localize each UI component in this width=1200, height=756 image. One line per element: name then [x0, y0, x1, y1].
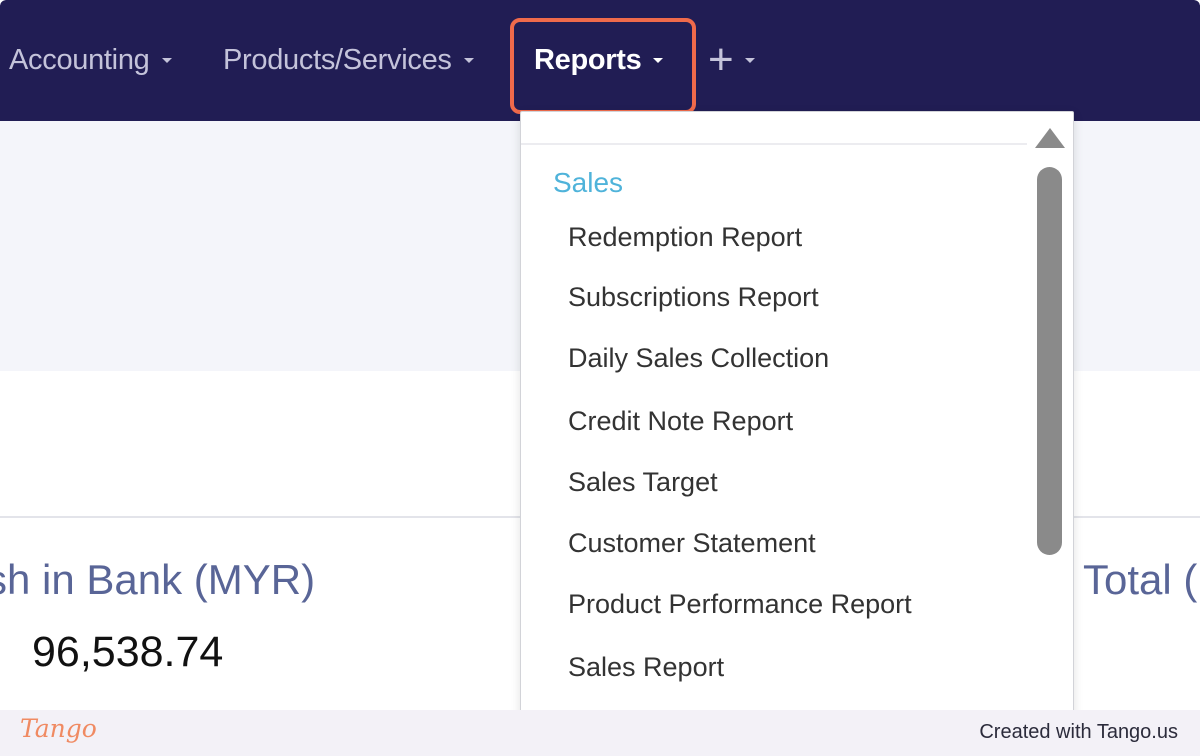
app-window: Accounting Products/Services Reports + s… [0, 0, 1200, 710]
reports-dropdown-menu: Sales Redemption Report Subscriptions Re… [520, 111, 1074, 710]
nav-accounting[interactable]: Accounting [9, 40, 172, 80]
cash-in-bank-value: 96,538.74 [32, 628, 224, 676]
menu-item-sales-report[interactable]: Sales Report [568, 652, 724, 683]
nav-accounting-label: Accounting [9, 43, 150, 76]
scroll-up-arrow-icon[interactable] [1035, 128, 1065, 148]
menu-item-subscriptions-report[interactable]: Subscriptions Report [568, 282, 819, 313]
top-navbar: Accounting Products/Services Reports + [0, 0, 1200, 121]
nav-products-label: Products/Services [223, 43, 452, 76]
menu-item-sales-target[interactable]: Sales Target [568, 467, 718, 498]
divider [521, 143, 1027, 145]
menu-item-daily-sales-collection[interactable]: Daily Sales Collection [568, 343, 829, 374]
nav-products-services[interactable]: Products/Services [223, 40, 474, 80]
footer-credit: Created with Tango.us [979, 721, 1178, 743]
caret-down-icon [463, 57, 474, 63]
scrollbar-thumb[interactable] [1037, 167, 1062, 555]
menu-item-customer-statement[interactable]: Customer Statement [568, 528, 816, 559]
menu-item-product-performance-report[interactable]: Product Performance Report [568, 589, 912, 620]
menu-item-redemption-report[interactable]: Redemption Report [568, 222, 802, 253]
menu-item-credit-note-report[interactable]: Credit Note Report [568, 406, 793, 437]
click-highlight-box [510, 18, 696, 114]
section-heading-sales: Sales [553, 167, 624, 198]
caret-down-icon [745, 57, 756, 63]
total-label: Total ( [1083, 556, 1198, 603]
cash-in-bank-label: sh in Bank (MYR) [0, 556, 316, 603]
caret-down-icon [161, 57, 172, 63]
nav-add-new[interactable]: + [708, 35, 756, 84]
plus-icon: + [708, 35, 734, 84]
tango-logo: Tango [20, 714, 97, 743]
